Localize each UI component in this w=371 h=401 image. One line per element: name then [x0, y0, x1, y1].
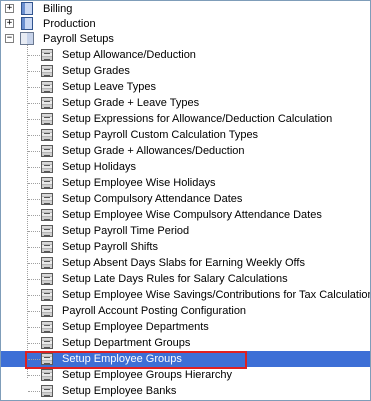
tree-connector [28, 327, 40, 328]
tree-item[interactable]: Setup Grade + Leave Types [1, 95, 370, 111]
tree-item-label: Setup Grades [62, 65, 130, 77]
tree-connector [28, 119, 40, 120]
navigation-tree: + Billing + Production − Payroll Setups … [0, 0, 371, 401]
ledger-icon [41, 145, 53, 157]
tree-node-label: Billing [43, 3, 73, 15]
ledger-icon [41, 177, 53, 189]
tree-item-label: Setup Absent Days Slabs for Earning Week… [62, 257, 305, 269]
tree-item-label: Setup Holidays [62, 161, 136, 173]
tree-connector [28, 103, 40, 104]
tree-connector [28, 311, 40, 312]
tree-item[interactable]: Setup Department Groups [1, 335, 370, 351]
ledger-icon [41, 321, 53, 333]
tree-item-label: Setup Employee Wise Compulsory Attendanc… [62, 209, 322, 221]
ledger-icon [41, 337, 53, 349]
tree-item[interactable]: Setup Compulsory Attendance Dates [1, 191, 370, 207]
ledger-icon [41, 161, 53, 173]
tree-item[interactable]: Setup Holidays [1, 159, 370, 175]
tree-item[interactable]: Setup Grade + Allowances/Deduction [1, 143, 370, 159]
tree-node-production[interactable]: + Production [1, 16, 370, 32]
folder-icon [21, 2, 33, 15]
ledger-icon [41, 49, 53, 61]
tree-connector [28, 87, 40, 88]
tree-node-billing[interactable]: + Billing [1, 1, 370, 17]
tree-connector [28, 167, 40, 168]
tree-item[interactable]: Setup Allowance/Deduction [1, 47, 370, 63]
tree-node-payroll-setups[interactable]: − Payroll Setups [1, 31, 370, 47]
tree-item-label: Setup Late Days Rules for Salary Calcula… [62, 273, 288, 285]
tree-connector [28, 71, 40, 72]
tree-connector [28, 199, 40, 200]
tree-item-label: Setup Expressions for Allowance/Deductio… [62, 113, 333, 125]
tree-item[interactable]: Setup Payroll Shifts [1, 239, 370, 255]
tree-item-label: Setup Employee Wise Holidays [62, 177, 216, 189]
tree-item-label: Setup Payroll Shifts [62, 241, 158, 253]
ledger-icon [41, 385, 53, 397]
folder-icon [21, 17, 33, 30]
tree-item-label: Setup Leave Types [62, 81, 156, 93]
tree-item-label: Setup Allowance/Deduction [62, 49, 196, 61]
ledger-icon [41, 81, 53, 93]
tree-item[interactable]: Payroll Account Posting Configuration [1, 303, 370, 319]
ledger-icon [41, 97, 53, 109]
tree-connector [28, 247, 40, 248]
ledger-icon [41, 225, 53, 237]
highlight-box [25, 351, 247, 369]
tree-connector [28, 215, 40, 216]
tree-connector [28, 279, 40, 280]
tree-item-label: Setup Payroll Custom Calculation Types [62, 129, 259, 141]
ledger-icon [41, 209, 53, 221]
tree-item[interactable]: Setup Leave Types [1, 79, 370, 95]
tree-item[interactable]: Setup Employee Banks [1, 383, 370, 399]
ledger-icon [41, 257, 53, 269]
ledger-icon [41, 369, 53, 381]
ledger-icon [41, 273, 53, 285]
tree-item-label: Setup Grade + Leave Types [62, 97, 200, 109]
ledger-icon [41, 289, 53, 301]
tree-connector [28, 151, 40, 152]
tree-item-label: Setup Department Groups [62, 337, 191, 349]
tree-item[interactable]: Setup Employee Wise Compulsory Attendanc… [1, 207, 370, 223]
tree-node-label: Production [43, 18, 96, 30]
tree-item[interactable]: Setup Employee Wise Savings/Contribution… [1, 287, 370, 303]
tree-connector [28, 55, 40, 56]
open-book-icon [20, 32, 34, 45]
tree-item-label: Setup Employee Banks [62, 385, 177, 397]
tree-connector [28, 231, 40, 232]
tree-item[interactable]: Setup Employee Groups Hierarchy [1, 367, 370, 383]
tree-item[interactable]: Setup Grades [1, 63, 370, 79]
tree-item-label: Setup Employee Wise Savings/Contribution… [62, 289, 371, 301]
tree-connector [28, 391, 40, 392]
ledger-icon [41, 305, 53, 317]
ledger-icon [41, 241, 53, 253]
tree-item[interactable]: Setup Payroll Custom Calculation Types [1, 127, 370, 143]
tree-connector [28, 263, 40, 264]
tree-connector [28, 375, 40, 376]
tree-item[interactable]: Setup Late Days Rules for Salary Calcula… [1, 271, 370, 287]
tree-item-label: Setup Payroll Time Period [62, 225, 190, 237]
ledger-icon [41, 113, 53, 125]
tree-item-label: Setup Employee Departments [62, 321, 209, 333]
tree-item-label: Setup Compulsory Attendance Dates [62, 193, 243, 205]
tree-item-label: Payroll Account Posting Configuration [62, 305, 247, 317]
tree-connector [28, 295, 40, 296]
ledger-icon [41, 65, 53, 77]
tree-connector [28, 135, 40, 136]
expand-icon[interactable]: + [5, 4, 14, 13]
tree-item[interactable]: Setup Employee Wise Holidays [1, 175, 370, 191]
ledger-icon [41, 193, 53, 205]
tree-item[interactable]: Setup Payroll Time Period [1, 223, 370, 239]
ledger-icon [41, 129, 53, 141]
tree-item[interactable]: Setup Absent Days Slabs for Earning Week… [1, 255, 370, 271]
collapse-icon[interactable]: − [5, 34, 14, 43]
tree-item-label: Setup Grade + Allowances/Deduction [62, 145, 245, 157]
tree-item[interactable]: Setup Employee Departments [1, 319, 370, 335]
tree-connector [28, 343, 40, 344]
tree-connector [28, 183, 40, 184]
expand-icon[interactable]: + [5, 19, 14, 28]
tree-item[interactable]: Setup Expressions for Allowance/Deductio… [1, 111, 370, 127]
tree-item-label: Setup Employee Groups Hierarchy [62, 369, 232, 381]
tree-node-label: Payroll Setups [43, 33, 114, 45]
